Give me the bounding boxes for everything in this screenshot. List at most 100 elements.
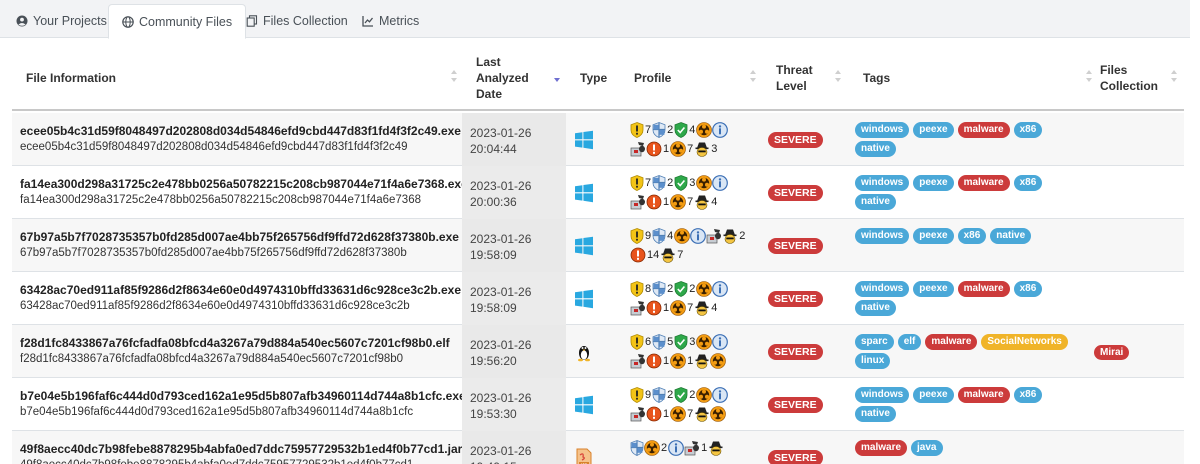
tag-badge[interactable]: native <box>855 406 896 422</box>
blue-shield-icon <box>652 227 666 244</box>
table-row[interactable]: 63428ac70ed911af85f9286d2f8634e60e0d4974… <box>12 272 1184 325</box>
col-files-collection[interactable]: Files Collection <box>1100 44 1164 111</box>
table-row[interactable]: b7e04e5b196faf6c444d0d793ced162a1e95d5b8… <box>12 378 1184 431</box>
tag-badge[interactable]: native <box>855 300 896 316</box>
profile-line: 9 2 2 <box>630 385 760 404</box>
col-file-information[interactable]: File Information <box>26 44 446 111</box>
tab-bar: Your Projects Community Files Files Coll… <box>0 0 1190 39</box>
table-row[interactable]: 49f8aecc40dc7b98febe8878295b4abfa0ed7ddc… <box>12 431 1184 464</box>
profile-icons: 8 2 2 1 7 4 <box>630 279 760 317</box>
tag-badge[interactable]: native <box>855 194 896 210</box>
tag-badge[interactable]: malware <box>957 122 1010 138</box>
green-shield-icon <box>674 386 688 403</box>
col-last-analyzed[interactable]: Last Analyzed Date <box>476 44 546 111</box>
tag-badge[interactable]: SocialNetworks <box>981 334 1068 350</box>
file-hash: f28d1fc8433867a76fcfadfa08bfcd4a3267a79d… <box>20 353 404 365</box>
biohazard-icon <box>696 386 713 403</box>
tag-badge[interactable]: x86 <box>1013 387 1043 403</box>
profile-count: 7 <box>687 407 694 420</box>
date-value: 2023-01-26 <box>470 179 532 193</box>
biohazard-icon <box>670 140 686 157</box>
spy-lock-icon <box>630 300 646 316</box>
hacker-icon <box>694 194 710 210</box>
date-value: 2023-01-26 <box>470 444 532 458</box>
tag-badge[interactable]: malware <box>957 281 1010 297</box>
threat-badge: SEVERE <box>768 450 823 464</box>
date-value: 2023-01-26 <box>470 285 532 299</box>
tag-badge[interactable]: x86 <box>957 228 987 244</box>
profile-count: 4 <box>711 195 718 208</box>
table-row[interactable]: 67b97a5b7f7028735357b0fd285d007ae4bb75f2… <box>12 219 1184 272</box>
profile-count: 1 <box>663 407 670 420</box>
date-cell: 2023-01-26 19:58:09 <box>462 219 566 272</box>
file-name[interactable]: 67b97a5b7f7028735357b0fd285d007ae4bb75f2… <box>20 230 459 244</box>
tag-badge[interactable]: malware <box>957 387 1010 403</box>
tag-badge[interactable]: native <box>990 228 1032 244</box>
file-name[interactable]: fa14ea300d298a31725c2e478bb0256a50782215… <box>20 177 468 191</box>
analyzed-date: 2023-01-26 19:56:20 <box>470 337 531 369</box>
tag-badge[interactable]: elf <box>897 334 922 350</box>
date-cell: 2023-01-26 20:00:36 <box>462 166 566 219</box>
file-name[interactable]: f28d1fc8433867a76fcfadfa08bfcd4a3267a79d… <box>20 336 450 350</box>
tag-badge[interactable]: peexe <box>913 122 954 138</box>
profile-line: 21 <box>630 438 760 457</box>
tag-badge[interactable]: sparc <box>855 334 894 350</box>
table-row[interactable]: f28d1fc8433867a76fcfadfa08bfcd4a3267a79d… <box>12 325 1184 378</box>
sort-icon[interactable] <box>1171 70 1177 82</box>
sort-desc-icon[interactable] <box>554 70 560 82</box>
tag-badge[interactable]: native <box>855 141 896 157</box>
tag-badge[interactable]: windows <box>855 387 910 403</box>
col-profile[interactable]: Profile <box>634 44 714 111</box>
blue-shield-icon <box>652 121 666 138</box>
file-name[interactable]: ecee05b4c31d59f8048497d202808d034d54846e… <box>20 124 461 138</box>
profile-count: 2 <box>667 282 674 295</box>
threat-badge: SEVERE <box>768 291 823 307</box>
file-name[interactable]: 49f8aecc40dc7b98febe8878295b4abfa0ed7ddc… <box>20 442 462 456</box>
sort-icon[interactable] <box>750 70 756 82</box>
tag-badge[interactable]: malware <box>925 334 978 350</box>
tag-badge[interactable]: x86 <box>1013 281 1043 297</box>
tab-files-collection[interactable]: Files Collection <box>232 4 362 38</box>
tab-metrics[interactable]: Metrics <box>348 4 433 38</box>
sort-icon[interactable] <box>451 70 457 82</box>
biohazard-icon <box>670 193 686 210</box>
table-row[interactable]: ecee05b4c31d59f8048497d202808d034d54846e… <box>12 113 1184 166</box>
tag-badge[interactable]: peexe <box>913 281 954 297</box>
tag-badge[interactable]: java <box>911 440 943 456</box>
tag-badge[interactable]: windows <box>855 175 910 191</box>
profile-count: 7 <box>687 142 694 155</box>
alert-icon <box>646 194 662 210</box>
tag-badge[interactable]: x86 <box>1013 175 1043 191</box>
file-name[interactable]: 63428ac70ed911af85f9286d2f8634e60e0d4974… <box>20 283 461 297</box>
biohazard-icon <box>674 227 691 244</box>
profile-count: 8 <box>645 282 652 295</box>
col-tags[interactable]: Tags <box>863 44 943 111</box>
tag-badge[interactable]: malware <box>957 175 1010 191</box>
warning-shield-icon <box>630 333 644 350</box>
tag-badge[interactable]: windows <box>855 228 910 244</box>
tag-badge[interactable]: peexe <box>913 175 954 191</box>
tag-badge[interactable]: malware <box>855 440 908 456</box>
file-name[interactable]: b7e04e5b196faf6c444d0d793ced162a1e95d5b8… <box>20 389 466 403</box>
col-type[interactable]: Type <box>580 44 620 111</box>
blue-shield-icon <box>652 386 666 403</box>
tab-your-projects[interactable]: Your Projects <box>2 4 121 38</box>
profile-count: 6 <box>645 335 652 348</box>
tag-list: windows peexe malware x86 native <box>855 175 1085 210</box>
tag-badge[interactable]: windows <box>855 281 910 297</box>
tag-badge[interactable]: peexe <box>913 387 954 403</box>
tag-badge[interactable]: linux <box>855 353 891 369</box>
sort-icon[interactable] <box>1086 70 1092 82</box>
col-threat-level[interactable]: Threat Level <box>776 44 826 111</box>
table-row[interactable]: fa14ea300d298a31725c2e478bb0256a50782215… <box>12 166 1184 219</box>
hacker-icon <box>722 228 738 244</box>
sort-icon[interactable] <box>835 70 841 82</box>
tag-badge[interactable]: peexe <box>913 228 954 244</box>
info-icon <box>712 121 729 138</box>
tab-community-files[interactable]: Community Files <box>108 4 247 39</box>
tag-badge[interactable]: x86 <box>1013 122 1043 138</box>
tag-list: malware java <box>855 440 1085 456</box>
tag-badge[interactable]: windows <box>855 122 910 138</box>
warning-shield-icon <box>630 386 644 403</box>
collection-badge[interactable]: Mirai <box>1094 345 1130 360</box>
